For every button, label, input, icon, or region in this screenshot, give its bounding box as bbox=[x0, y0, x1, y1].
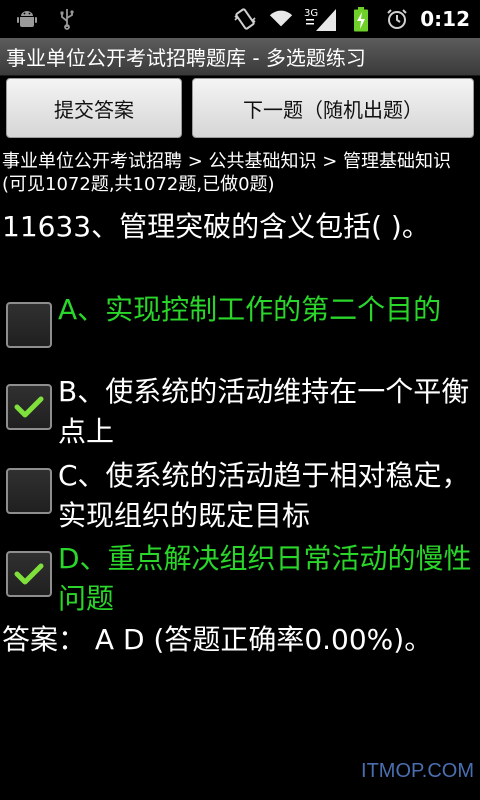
answer-text: 答案： A D (答题正确率0.00%)。 bbox=[2, 623, 433, 656]
option-a-label[interactable]: A、实现控制工作的第二个目的 bbox=[58, 290, 478, 330]
option-c-label[interactable]: C、使系统的活动趋于相对稳定，实现组织的既定目标 bbox=[58, 456, 478, 536]
checkmark-icon bbox=[14, 563, 44, 585]
action-button-row: 提交答案 下一题（随机出题） bbox=[0, 76, 480, 142]
wifi-icon bbox=[268, 6, 294, 32]
android-debug-icon bbox=[14, 6, 40, 32]
next-question-button[interactable]: 下一题（随机出题） bbox=[192, 78, 474, 138]
option-c-checkbox[interactable] bbox=[6, 468, 52, 514]
option-d-checkbox[interactable] bbox=[6, 551, 52, 597]
status-bar: 3G 0:12 bbox=[0, 0, 480, 38]
network-type-label: 3G bbox=[304, 8, 318, 19]
vibrate-icon bbox=[232, 6, 258, 32]
clock: 0:12 bbox=[420, 7, 470, 31]
submit-answer-button[interactable]: 提交答案 bbox=[6, 78, 182, 138]
3g-signal-icon: 3G bbox=[304, 6, 338, 32]
usb-icon bbox=[54, 6, 80, 32]
option-b-label[interactable]: B、使系统的活动维持在一个平衡点上 bbox=[58, 372, 478, 452]
app-title-bar: 事业单位公开考试招聘题库 - 多选题练习 bbox=[0, 38, 480, 76]
battery-charging-icon bbox=[348, 6, 374, 32]
checkmark-icon bbox=[14, 396, 44, 418]
option-d-label[interactable]: D、重点解决组织日常活动的慢性问题 bbox=[58, 539, 478, 619]
breadcrumb: 事业单位公开考试招聘 > 公共基础知识 > 管理基础知识 (可见1072题,共1… bbox=[2, 151, 452, 195]
alarm-icon bbox=[384, 6, 410, 32]
option-a-checkbox[interactable] bbox=[6, 302, 52, 348]
question-text: 11633、管理突破的含义包括( )。 bbox=[2, 210, 430, 243]
app-title: 事业单位公开考试招聘题库 - 多选题练习 bbox=[6, 46, 366, 70]
watermark: ITMOP.COM bbox=[361, 760, 474, 782]
option-b-checkbox[interactable] bbox=[6, 384, 52, 430]
